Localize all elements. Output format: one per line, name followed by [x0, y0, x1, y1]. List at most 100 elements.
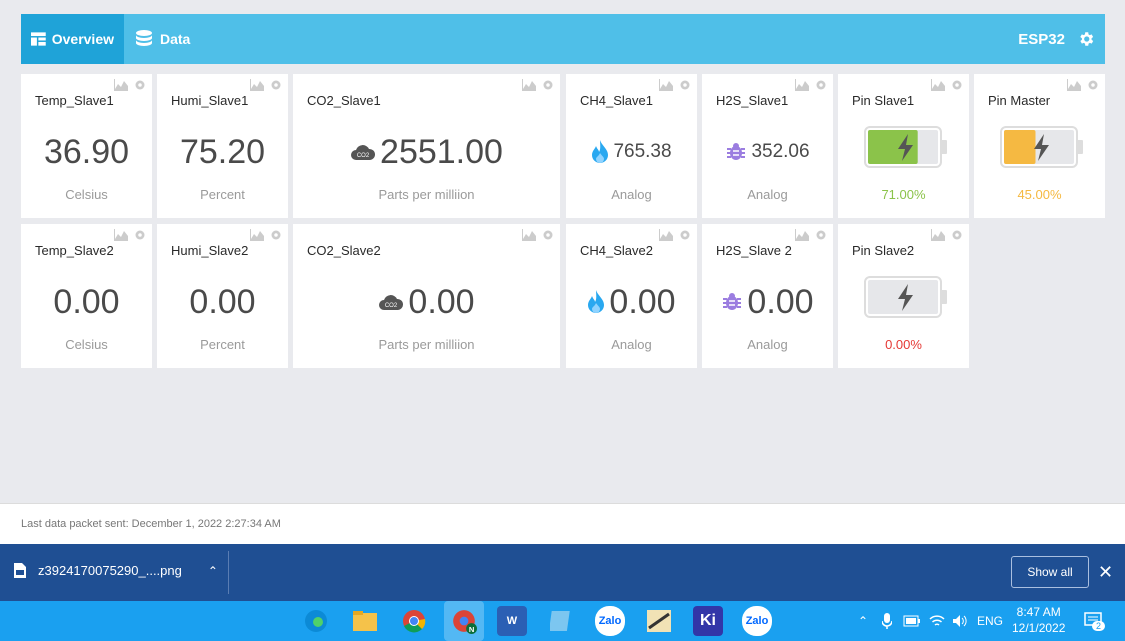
show-hidden-icons[interactable]: ⌃: [858, 601, 868, 641]
zalo-icon[interactable]: Zalo: [595, 606, 625, 636]
gear-icon[interactable]: [951, 228, 965, 240]
chart-icon[interactable]: [114, 78, 128, 91]
value-text: 0.00: [408, 283, 475, 321]
card-title: Temp_Slave1: [35, 93, 114, 108]
value-text: 0.00: [53, 283, 120, 321]
database-icon: [136, 30, 152, 46]
show-all-button[interactable]: Show all: [1011, 556, 1089, 588]
clock[interactable]: 8:47 AM 12/1/2022: [1012, 604, 1065, 636]
card-unit: Analog: [611, 337, 652, 352]
chart-icon[interactable]: [659, 228, 673, 241]
chrome-profile-icon[interactable]: N: [444, 601, 484, 641]
gear-icon[interactable]: [134, 228, 148, 240]
tab-overview[interactable]: Overview: [21, 14, 124, 64]
svg-text:CO2: CO2: [357, 153, 370, 159]
word-icon[interactable]: W: [497, 606, 527, 636]
card-unit: Celsius: [65, 187, 108, 202]
value-text: 0.00: [609, 283, 676, 321]
tab-data-label: Data: [160, 31, 191, 47]
language-indicator[interactable]: ENG: [977, 601, 1003, 641]
close-icon[interactable]: ✕: [1098, 562, 1113, 583]
download-filename: z3924170075290_....png: [38, 563, 182, 578]
gear-icon[interactable]: [679, 228, 693, 240]
card-pin-slave2: Pin Slave2 0.00%: [838, 224, 969, 368]
dashboard-icon: [31, 32, 46, 46]
tab-data[interactable]: Data: [124, 14, 200, 64]
value-text: 36.90: [43, 133, 130, 171]
last-packet-text: Last data packet sent: December 1, 2022 …: [21, 518, 281, 530]
gear-icon[interactable]: [815, 228, 829, 240]
card-pin-master: Pin Master 45.00%: [974, 74, 1105, 218]
card-co2-slave1: CO2_Slave1 CO2 2551.00 Parts per milliio…: [293, 74, 560, 218]
chart-icon[interactable]: [1067, 78, 1081, 91]
chrome-icon[interactable]: [399, 606, 429, 636]
card-unit: Parts per milliion: [378, 337, 475, 352]
chart-icon[interactable]: [795, 228, 809, 241]
battery-tray-icon[interactable]: [903, 601, 921, 641]
battery-icon: [1000, 126, 1083, 168]
card-h2s-slave1: H2S_Slave1 352.06 Analog: [702, 74, 833, 218]
gear-icon[interactable]: [951, 78, 965, 90]
card-value: 765.38: [566, 132, 697, 172]
wifi-icon[interactable]: [929, 601, 945, 641]
card-pin-slave1: Pin Slave1 71.00%: [838, 74, 969, 218]
card-value: CO2 0.00: [293, 282, 560, 322]
clock-time: 8:47 AM: [1016, 605, 1061, 619]
gear-icon[interactable]: [815, 78, 829, 90]
chart-icon[interactable]: [250, 78, 264, 91]
notification-icon[interactable]: 2: [1084, 601, 1106, 641]
chart-icon[interactable]: [522, 228, 536, 241]
kicad-icon[interactable]: Ki: [693, 606, 723, 636]
value-text: 75.20: [179, 133, 266, 171]
gear-icon[interactable]: [134, 78, 148, 90]
zalo-call-icon[interactable]: Zalo: [742, 606, 772, 636]
download-item[interactable]: z3924170075290_....png ⌃: [14, 563, 218, 578]
card-unit: Analog: [611, 187, 652, 202]
chevron-up-icon[interactable]: ⌃: [208, 564, 218, 578]
top-nav-bar: Overview Data ESP32: [21, 14, 1105, 64]
card-title: Temp_Slave2: [35, 243, 114, 258]
chart-icon[interactable]: [795, 78, 809, 91]
volume-icon[interactable]: [952, 601, 968, 641]
gear-icon[interactable]: [542, 78, 556, 90]
app-icon[interactable]: [644, 606, 674, 636]
co2-cloud-icon: CO2: [351, 145, 376, 160]
value-text: 2551.00: [380, 133, 503, 171]
gear-icon[interactable]: [270, 78, 284, 90]
chart-icon[interactable]: [250, 228, 264, 241]
value-text: 765.38: [613, 141, 672, 162]
gear-icon[interactable]: [270, 228, 284, 240]
card-value: 0.00: [21, 282, 152, 322]
flame-icon: [588, 290, 605, 313]
card-title: Pin Slave1: [852, 93, 915, 108]
card-value: 0.00: [702, 282, 833, 322]
file-explorer-icon[interactable]: [350, 606, 380, 636]
gear-icon[interactable]: [1077, 30, 1095, 48]
value-text: 0.00: [747, 283, 814, 321]
card-value: CO2 2551.00: [293, 132, 560, 172]
card-unit: Parts per milliion: [378, 187, 475, 202]
chart-icon[interactable]: [114, 228, 128, 241]
card-temp-slave2: Temp_Slave2 0.00 Celsius: [21, 224, 152, 368]
card-value: 0.00: [566, 282, 697, 322]
card-ch4-slave1: CH4_Slave1 765.38 Analog: [566, 74, 697, 218]
card-title: CO2_Slave1: [307, 93, 381, 108]
value-text: 352.06: [751, 141, 810, 162]
card-value: 352.06: [702, 132, 833, 172]
gear-icon[interactable]: [542, 228, 556, 240]
chart-icon[interactable]: [522, 78, 536, 91]
card-value: 75.20: [157, 132, 288, 172]
card-value: 0.00: [157, 282, 288, 322]
edge-icon[interactable]: [301, 606, 331, 636]
chart-icon[interactable]: [931, 228, 945, 241]
chart-icon[interactable]: [659, 78, 673, 91]
svg-text:N: N: [469, 625, 474, 634]
notepad-icon[interactable]: [546, 606, 576, 636]
download-bar: z3924170075290_....png ⌃ Show all ✕: [0, 544, 1125, 601]
chart-icon[interactable]: [931, 78, 945, 91]
card-unit: Celsius: [65, 337, 108, 352]
gear-icon[interactable]: [1087, 78, 1101, 90]
microphone-icon[interactable]: [882, 601, 892, 641]
gear-icon[interactable]: [679, 78, 693, 90]
card-humi-slave1: Humi_Slave1 75.20 Percent: [157, 74, 288, 218]
